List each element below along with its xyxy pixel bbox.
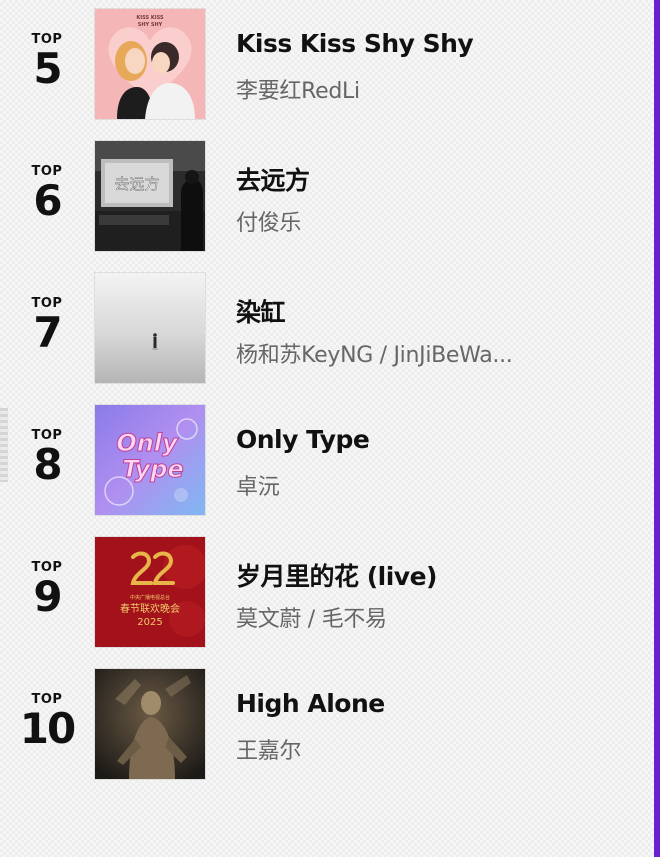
cover-text-line: 去远方 [114,175,159,193]
rank-number: 9 [33,572,62,621]
rank-number: 8 [33,440,62,489]
cover-text-line: 2025 [137,617,162,628]
cover-text-line: 春节联欢晚会 [120,602,180,615]
song-title[interactable]: Only Type [236,425,636,454]
rank-number: 5 [33,44,62,93]
album-cover[interactable] [95,669,205,779]
song-artist[interactable]: 卓沅 [236,469,636,501]
chart-entry-10[interactable]: TOP 10 High Alone 王嘉尔 [0,669,640,781]
rank-badge: TOP 7 [12,297,82,355]
cover-text-line: Only [116,429,179,457]
rank-number: 6 [33,176,62,225]
song-title[interactable]: Kiss Kiss Shy Shy [236,29,636,58]
album-cover[interactable]: 去远方 [95,141,205,251]
rank-badge: TOP 10 [12,693,82,751]
chart-entry-5[interactable]: TOP 5 KISS KISS SHY SHY Kiss Kiss Shy Sh… [0,9,640,121]
rank-badge: TOP 6 [12,165,82,223]
cover-text-line: SHY SHY [138,22,163,28]
album-cover[interactable]: Only Type [95,405,205,515]
album-cover-art: KISS KISS SHY SHY [95,9,205,119]
chart-entry-6[interactable]: TOP 6 去远方 去远方 付俊乐 [0,141,640,253]
album-cover-art: 中央广播电视总台 春节联欢晚会 2025 [95,537,205,647]
album-cover-art [95,669,205,779]
album-cover[interactable]: 中央广播电视总台 春节联欢晚会 2025 [95,537,205,647]
rank-badge: TOP 9 [12,561,82,619]
album-cover-art [95,273,205,383]
cover-text-line: Type [122,455,184,483]
album-cover-art: Only Type [95,405,205,515]
album-cover[interactable] [95,273,205,383]
song-artist[interactable]: 李要红RedLi [236,73,636,105]
cover-text-line: KISS KISS [136,15,164,21]
cover-text-line: 中央广播电视总台 [130,594,170,601]
song-artist[interactable]: 莫文蔚 / 毛不易 [236,601,636,633]
accent-scrollbar [654,0,660,857]
song-title[interactable]: 去远方 [236,161,636,197]
chart-entry-8[interactable]: TOP 8 Only Type Only Type 卓沅 [0,405,640,517]
song-title[interactable]: 岁月里的花 (live) [236,557,636,593]
song-title[interactable]: High Alone [236,689,636,718]
rank-badge: TOP 8 [12,429,82,487]
song-artist[interactable]: 付俊乐 [236,205,636,237]
chart-entry-7[interactable]: TOP 7 染缸 杨和苏KeyNG / JinJiBeWa... [0,273,640,385]
chart-entry-9[interactable]: TOP 9 中央广播电视总台 春节联欢晚会 2025 岁月里的花 (live) … [0,537,640,649]
rank-number: 7 [33,308,62,357]
song-title[interactable]: 染缸 [236,293,636,329]
song-artist[interactable]: 杨和苏KeyNG / JinJiBeWa... [236,337,636,369]
rank-badge: TOP 5 [12,33,82,91]
album-cover[interactable]: KISS KISS SHY SHY [95,9,205,119]
song-artist[interactable]: 王嘉尔 [236,733,636,765]
rank-number: 10 [19,704,76,753]
album-cover-art: 去远方 [95,141,205,251]
